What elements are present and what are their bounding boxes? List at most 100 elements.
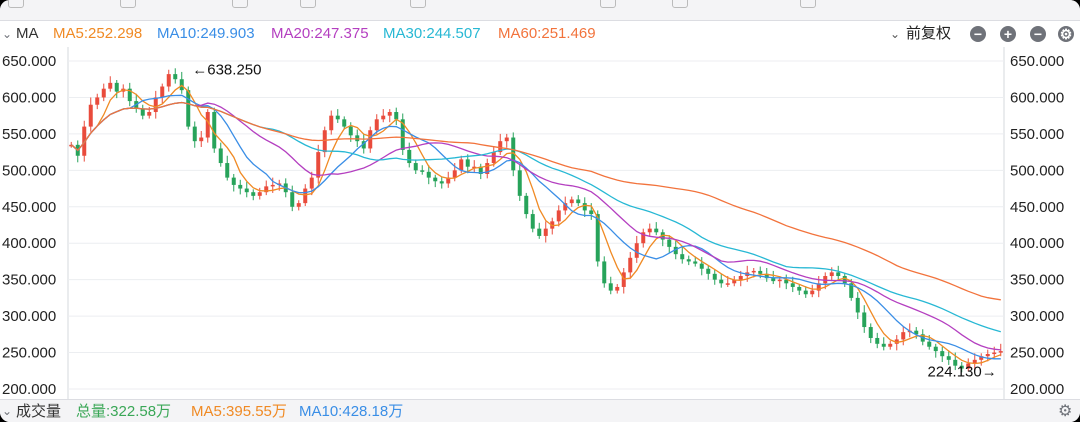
candle-body bbox=[153, 97, 158, 113]
candle-body bbox=[186, 90, 191, 127]
max-price-annotation: ←638.250 bbox=[192, 62, 261, 79]
volume-label[interactable]: 成交量 bbox=[16, 400, 61, 422]
y-tick-label-left: 500.000 bbox=[2, 162, 56, 179]
tool-icon[interactable] bbox=[800, 0, 816, 8]
y-tick-label-right: 400.000 bbox=[1010, 235, 1064, 252]
candle-body bbox=[114, 82, 119, 92]
candle-body bbox=[855, 297, 860, 313]
candle-body bbox=[257, 192, 262, 196]
y-tick-label-left: 300.000 bbox=[2, 308, 56, 325]
candle-body bbox=[933, 346, 938, 352]
candle-body bbox=[238, 184, 243, 189]
settings-icon[interactable]: ⚙ bbox=[1058, 26, 1074, 42]
chevron-down-icon[interactable]: ⌄ bbox=[2, 400, 12, 422]
candle-body bbox=[654, 228, 659, 233]
candle-body bbox=[459, 159, 464, 171]
kline-panel: ⌄ MA MA5:252.298 MA10:249.903 MA20:247.3… bbox=[0, 0, 1080, 422]
candle-body bbox=[771, 278, 776, 282]
candle-body bbox=[407, 149, 412, 164]
candle-body bbox=[231, 177, 236, 185]
candle-body bbox=[452, 170, 457, 178]
candle-body bbox=[680, 254, 685, 260]
volume-total: 总量:322.58万 bbox=[76, 403, 172, 420]
ma-line-ma5 bbox=[70, 84, 1002, 365]
y-tick-label-right: 500.000 bbox=[1010, 162, 1064, 179]
candle-body bbox=[582, 203, 587, 211]
candle-body bbox=[667, 239, 672, 247]
candle-body bbox=[803, 290, 808, 295]
y-tick-label-right: 550.000 bbox=[1010, 126, 1064, 143]
candle-body bbox=[504, 137, 509, 142]
tool-icon[interactable] bbox=[672, 0, 688, 8]
candle-body bbox=[192, 126, 197, 142]
candle-body bbox=[251, 192, 256, 196]
candle-body bbox=[940, 351, 945, 357]
price-chart[interactable]: 650.000 650.000 600.000 600.000 550.000 550.0… bbox=[0, 47, 1080, 399]
volume-ma10: MA10:428.18万 bbox=[299, 403, 404, 420]
candle-body bbox=[335, 115, 340, 120]
adjust-mode-select[interactable]: 前复权 bbox=[906, 21, 951, 47]
candle-body bbox=[439, 181, 444, 184]
candle-body bbox=[309, 177, 314, 189]
candle-body bbox=[738, 276, 743, 280]
candle-body bbox=[290, 192, 295, 207]
candle-body bbox=[836, 272, 841, 277]
candle-body bbox=[348, 126, 353, 136]
tool-icon[interactable] bbox=[600, 0, 616, 8]
candle-body bbox=[712, 273, 717, 280]
zoom-in-icon[interactable]: + bbox=[1000, 26, 1016, 42]
candle-body bbox=[316, 152, 321, 178]
candle-body bbox=[101, 88, 106, 98]
candle-body bbox=[218, 148, 223, 164]
candle-body bbox=[166, 74, 171, 87]
min-price-annotation: 224.130→ bbox=[928, 363, 997, 380]
candle-body bbox=[842, 276, 847, 284]
remove-icon[interactable]: − bbox=[1030, 26, 1046, 42]
settings-icon[interactable]: ⚙ bbox=[1058, 400, 1072, 422]
candle-body bbox=[95, 97, 100, 105]
candle-body bbox=[576, 199, 581, 204]
candle-body bbox=[465, 159, 470, 167]
candle-body bbox=[777, 279, 782, 282]
candle-body bbox=[108, 82, 113, 89]
y-tick-label-right: 600.000 bbox=[1010, 89, 1064, 106]
candle-body bbox=[621, 272, 626, 287]
candle-body bbox=[946, 356, 951, 360]
tool-icon[interactable] bbox=[8, 0, 24, 8]
top-toolbar bbox=[0, 0, 1080, 21]
candle-body bbox=[699, 263, 704, 269]
y-tick-label-right: 250.000 bbox=[1010, 345, 1064, 362]
tool-icon[interactable] bbox=[120, 0, 136, 8]
candle-body bbox=[199, 137, 204, 142]
candle-body bbox=[433, 177, 438, 182]
candle-body bbox=[751, 270, 756, 273]
candle-body bbox=[381, 115, 386, 120]
chevron-down-icon[interactable]: ⌄ bbox=[890, 21, 900, 47]
candle-body bbox=[303, 188, 308, 204]
y-tick-label-right: 650.000 bbox=[1010, 53, 1064, 70]
chevron-down-icon[interactable]: ⌄ bbox=[2, 21, 12, 47]
ma10-value: MA10:249.903 bbox=[157, 25, 255, 42]
candle-body bbox=[927, 341, 932, 347]
y-tick-label-left: 550.000 bbox=[2, 126, 56, 143]
candle-body bbox=[387, 112, 392, 116]
candle-body bbox=[998, 351, 1003, 353]
y-tick-label-left: 600.000 bbox=[2, 89, 56, 106]
ma-line-ma10 bbox=[70, 94, 1001, 360]
indicator-name[interactable]: MA bbox=[16, 21, 39, 47]
candle-body bbox=[868, 327, 873, 338]
tool-icon[interactable] bbox=[300, 0, 316, 8]
tool-icon[interactable] bbox=[410, 0, 426, 8]
candle-body bbox=[225, 163, 230, 178]
candle-body bbox=[173, 74, 178, 80]
candle-body bbox=[88, 104, 93, 127]
candle-body bbox=[797, 286, 802, 291]
candle-body bbox=[426, 171, 431, 178]
zoom-out-icon[interactable]: − bbox=[970, 26, 986, 42]
volume-legend-bar: ⌄ 成交量 总量:322.58万 MA5:395.55万 MA10:428.18… bbox=[0, 399, 1080, 422]
candle-body bbox=[374, 119, 379, 131]
candle-body bbox=[602, 261, 607, 284]
tool-icon[interactable] bbox=[232, 0, 248, 8]
y-tick-label-left: 450.000 bbox=[2, 199, 56, 216]
candle-body bbox=[985, 354, 990, 357]
